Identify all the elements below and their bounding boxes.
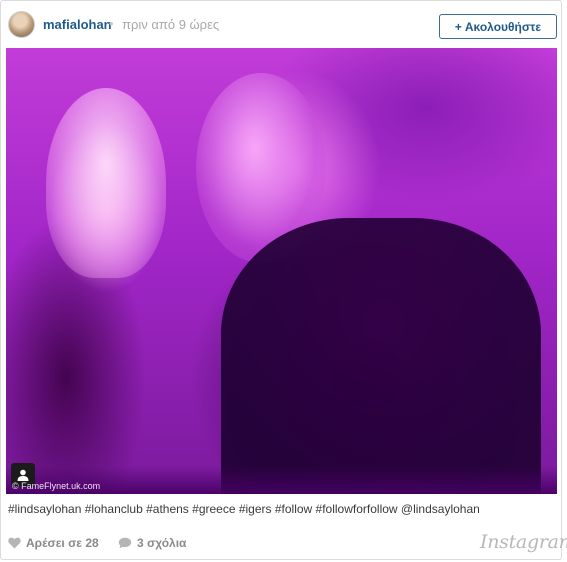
- plus-icon: +: [454, 19, 462, 34]
- instagram-embed-card: mafialohan • πριν από 9 ώρες + Ακολουθήσ…: [0, 0, 567, 560]
- separator-dot: •: [109, 16, 114, 31]
- comments-count[interactable]: 3 σχόλια: [118, 536, 186, 550]
- username-link[interactable]: mafialohan: [43, 17, 112, 32]
- likes-count[interactable]: Αρέσει σε 28: [8, 536, 99, 550]
- post-footer: Αρέσει σε 28 3 σχόλια Instagram: [1, 528, 567, 558]
- comment-bubble-icon: [118, 537, 132, 549]
- likes-label: Αρέσει σε 28: [26, 536, 99, 550]
- post-photo[interactable]: © FameFlynet.uk.com: [6, 48, 557, 494]
- post-caption: #lindsaylohan #lohanclub #athens #greece…: [8, 502, 480, 516]
- follow-button-label: Ακολουθήστε: [464, 19, 542, 34]
- instagram-logo[interactable]: Instagram: [480, 531, 567, 553]
- post-timestamp[interactable]: πριν από 9 ώρες: [122, 17, 219, 32]
- photo-figure-left: [46, 88, 166, 278]
- heart-icon: [8, 537, 21, 549]
- photo-watermark: © FameFlynet.uk.com: [12, 481, 101, 491]
- follow-button[interactable]: + Ακολουθήστε: [439, 14, 557, 39]
- comments-label: 3 σχόλια: [137, 536, 187, 550]
- photo-figure-right-body: [221, 218, 541, 494]
- avatar[interactable]: [8, 11, 35, 38]
- post-header: mafialohan • πριν από 9 ώρες + Ακολουθήσ…: [1, 1, 561, 48]
